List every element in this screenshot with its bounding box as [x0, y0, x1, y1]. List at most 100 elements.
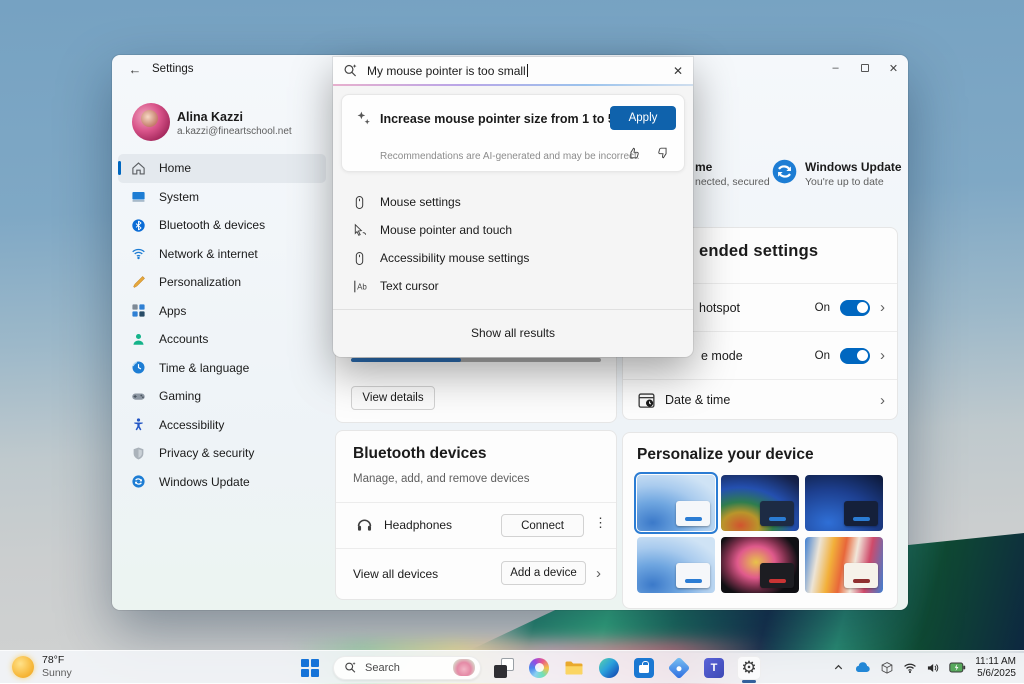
app-icon-copilot[interactable] — [527, 656, 551, 680]
ai-disclaimer: Recommendations are AI-generated and may… — [380, 151, 640, 162]
theme-thumbnail-bloom-light[interactable] — [637, 537, 715, 593]
window-controls: – ✕ — [821, 55, 908, 81]
search-accent-underline — [333, 84, 693, 86]
apply-button[interactable]: Apply — [610, 106, 676, 130]
security-box-icon[interactable] — [880, 661, 894, 675]
theme-thumbnail-bloom-dark-blue[interactable] — [805, 475, 883, 531]
view-all-devices-link[interactable]: View all devices — [353, 567, 438, 581]
maximize-button[interactable] — [850, 55, 879, 81]
view-details-button[interactable]: View details — [351, 386, 435, 410]
personalize-title: Personalize your device — [637, 446, 814, 464]
home-icon — [131, 161, 146, 176]
theme-thumbnail-glow-flower-dark[interactable] — [721, 537, 799, 593]
show-all-results-button[interactable]: Show all results — [333, 309, 693, 357]
theme-thumbnail-bloom-dark-rainbow[interactable] — [721, 475, 799, 531]
mode-toggle[interactable] — [840, 348, 870, 364]
sun-icon — [12, 656, 34, 678]
close-button[interactable]: ✕ — [879, 55, 908, 81]
accounts-icon — [131, 332, 146, 347]
search-bar[interactable]: My mouse pointer is too small ✕ — [333, 57, 693, 84]
sidebar-item-network-internet[interactable]: Network & internet — [118, 240, 326, 269]
search-flyout: My mouse pointer is too small ✕ Increase… — [333, 57, 693, 357]
toggle-state-label: On — [815, 350, 830, 362]
search-result-mouse-settings[interactable]: Mouse settings — [333, 188, 693, 216]
setting-row-date-time[interactable]: Date & time › — [623, 379, 897, 420]
designer-icon — [668, 656, 691, 679]
sparkle-icon — [355, 110, 372, 127]
taskbar: 78°F Sunny Search T ⚙ 11:11 AM — [0, 650, 1024, 683]
start-button[interactable] — [298, 656, 322, 680]
search-result-text-cursor[interactable]: Ab Text cursor — [333, 272, 693, 300]
accessibility-icon — [131, 417, 146, 432]
theme-gallery — [637, 475, 885, 593]
minimize-button[interactable]: – — [821, 55, 850, 81]
settings-gear-icon: ⚙ — [741, 659, 756, 676]
device-name: Headphones — [384, 518, 452, 532]
search-placeholder: Search — [365, 662, 445, 674]
teams-icon: T — [704, 658, 724, 678]
edge-icon — [599, 658, 619, 678]
tray-chevron-up-icon[interactable] — [832, 661, 845, 674]
thumbs-up-icon[interactable] — [627, 146, 641, 160]
bluetooth-device-row: Headphones Connect ⋮ — [336, 503, 616, 548]
sidebar-item-accessibility[interactable]: Accessibility — [118, 411, 326, 440]
sidebar-item-gaming[interactable]: Gaming — [118, 382, 326, 411]
app-icon-edge[interactable] — [597, 656, 621, 680]
add-device-button[interactable]: Add a device — [501, 561, 586, 585]
sidebar-item-accounts[interactable]: Accounts — [118, 325, 326, 354]
close-search-icon[interactable]: ✕ — [673, 64, 683, 78]
sidebar-item-time-language[interactable]: Time & language — [118, 354, 326, 383]
sidebar-item-home[interactable]: Home — [118, 154, 326, 183]
tray-clock[interactable]: 11:11 AM 5/6/2025 — [975, 656, 1016, 680]
search-result-mouse-pointer-touch[interactable]: Mouse pointer and touch — [333, 216, 693, 244]
app-icon-designer[interactable] — [667, 656, 691, 680]
chevron-right-icon: › — [596, 566, 601, 581]
taskbar-search-box[interactable]: Search — [333, 656, 481, 680]
hotspot-toggle[interactable] — [840, 300, 870, 316]
sidebar-item-apps[interactable]: Apps — [118, 297, 326, 326]
app-icon-settings-active[interactable]: ⚙ — [737, 656, 761, 680]
windows-logo-icon — [301, 659, 319, 677]
text-cursor-icon: Ab — [352, 279, 367, 294]
app-icon-task-view[interactable] — [492, 656, 516, 680]
app-icon-microsoft-store[interactable] — [632, 656, 656, 680]
theme-thumbnail-color-stripes[interactable] — [805, 537, 883, 593]
chevron-right-icon: › — [880, 300, 885, 315]
sidebar-item-windows-update[interactable]: Windows Update — [118, 468, 326, 497]
tray-date: 5/6/2025 — [975, 668, 1016, 680]
connect-button[interactable]: Connect — [501, 514, 584, 537]
search-input[interactable]: My mouse pointer is too small — [367, 64, 664, 78]
sidebar-item-personalization[interactable]: Personalization — [118, 268, 326, 297]
file-explorer-icon — [564, 658, 584, 678]
toggle-state-label: On — [815, 302, 830, 314]
thumbs-down-icon[interactable] — [656, 146, 670, 160]
windows-update-icon — [131, 474, 146, 489]
battery-icon[interactable] — [949, 661, 966, 674]
chevron-right-icon: › — [880, 393, 885, 408]
sidebar-item-bluetooth-devices[interactable]: Bluetooth & devices — [118, 211, 326, 240]
sidebar-item-privacy-security[interactable]: Privacy & security — [118, 439, 326, 468]
wifi-icon[interactable] — [903, 661, 917, 675]
window-title: Settings — [152, 63, 194, 75]
app-icon-file-explorer[interactable] — [562, 656, 586, 680]
search-result-accessibility-mouse[interactable]: Accessibility mouse settings — [333, 244, 693, 272]
ai-recommendation-card: Increase mouse pointer size from 1 to 5 … — [341, 94, 685, 172]
privacy-icon — [131, 446, 146, 461]
sidebar-item-system[interactable]: System — [118, 183, 326, 212]
windows-update-title: Windows Update — [805, 160, 902, 174]
personalization-icon — [131, 275, 146, 290]
storage-progress-bar — [351, 358, 601, 362]
app-icon-teams[interactable]: T — [702, 656, 726, 680]
date-time-icon — [637, 391, 656, 410]
volume-icon[interactable] — [926, 661, 940, 675]
chevron-right-icon: › — [880, 348, 885, 363]
avatar[interactable] — [132, 103, 170, 141]
more-options-icon[interactable]: ⋮ — [594, 515, 607, 531]
weather-widget[interactable]: 78°F Sunny — [12, 654, 72, 680]
recommended-settings-heading-fragment: ended settings — [699, 242, 818, 261]
back-button[interactable]: ← — [126, 62, 144, 78]
system-tray: 11:11 AM 5/6/2025 — [832, 651, 1016, 684]
theme-thumbnail-bloom-light-selected[interactable] — [637, 475, 715, 531]
onedrive-icon[interactable] — [854, 661, 871, 674]
svg-text:Ab: Ab — [357, 282, 367, 291]
